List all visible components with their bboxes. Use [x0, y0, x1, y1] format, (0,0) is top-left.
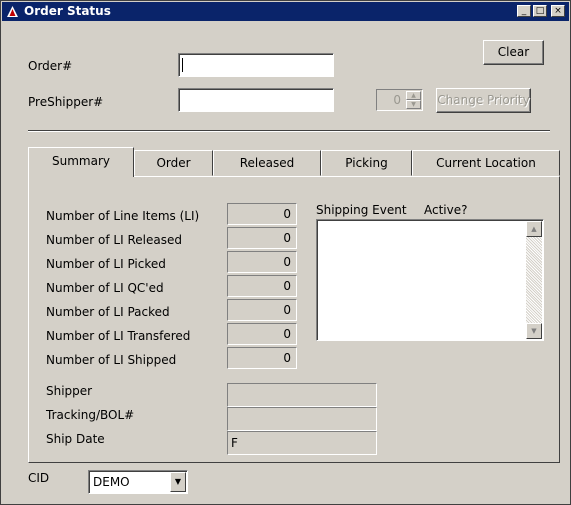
tracking-field	[227, 407, 377, 431]
ship-date-field: F	[227, 431, 377, 455]
li-released-value: 0	[227, 227, 297, 249]
li-transfered-value: 0	[227, 323, 297, 345]
spinner-down-icon: ▼	[411, 101, 416, 108]
cid-dropdown-button[interactable]: ▼	[170, 472, 186, 492]
order-label: Order#	[28, 59, 73, 73]
scroll-up-button[interactable]: ▲	[526, 221, 542, 237]
shipper-field	[227, 383, 377, 407]
title-bar[interactable]: Order Status _ □ ×	[2, 2, 569, 21]
li-transfered-label: Number of LI Transfered	[46, 329, 191, 343]
tab-picking[interactable]: Picking	[321, 150, 412, 176]
order-status-window: Order Status _ □ × Order# PreShipper# Cl…	[0, 0, 571, 505]
tab-released[interactable]: Released	[213, 150, 321, 176]
priority-value: 0	[393, 93, 401, 107]
ship-date-label: Ship Date	[46, 432, 105, 446]
scroll-up-icon: ▲	[531, 225, 537, 233]
separator-line	[28, 130, 550, 132]
spinner-up-icon: ▲	[411, 92, 416, 99]
app-icon	[7, 6, 18, 17]
li-shipped-label: Number of LI Shipped	[46, 353, 177, 367]
text-cursor	[182, 58, 183, 72]
line-items-label: Number of Line Items (LI)	[46, 209, 200, 223]
shipper-label: Shipper	[46, 384, 93, 398]
close-button[interactable]: ×	[551, 5, 565, 17]
line-items-value: 0	[227, 203, 297, 225]
scroll-down-icon: ▼	[531, 327, 537, 335]
li-picked-value: 0	[227, 251, 297, 273]
shipping-event-list[interactable]: ▲ ▼	[316, 219, 544, 341]
tab-summary[interactable]: Summary	[28, 147, 134, 177]
priority-spinner[interactable]: 0 ▲ ▼	[376, 89, 423, 111]
active-header: Active?	[424, 203, 468, 217]
li-qced-label: Number of LI QC'ed	[46, 281, 164, 295]
tab-order[interactable]: Order	[134, 150, 213, 176]
minimize-button[interactable]: _	[517, 5, 531, 17]
preshipper-input[interactable]	[178, 88, 334, 112]
cid-label: CID	[28, 471, 50, 485]
li-qced-value: 0	[227, 275, 297, 297]
cid-value: DEMO	[93, 475, 130, 489]
cid-select[interactable]: DEMO ▼	[88, 470, 188, 494]
preshipper-label: PreShipper#	[28, 95, 104, 109]
shipping-event-scrollbar[interactable]: ▲ ▼	[526, 221, 542, 339]
li-packed-label: Number of LI Packed	[46, 305, 170, 319]
maximize-button[interactable]: □	[533, 5, 547, 17]
li-shipped-value: 0	[227, 347, 297, 369]
clear-button[interactable]: Clear	[483, 40, 544, 65]
tracking-label: Tracking/BOL#	[46, 408, 135, 422]
li-packed-value: 0	[227, 299, 297, 321]
shipping-event-header: Shipping Event	[316, 203, 407, 217]
li-released-label: Number of LI Released	[46, 233, 182, 247]
change-priority-button[interactable]: Change Priority	[436, 88, 531, 113]
spinner-down-button[interactable]: ▼	[406, 100, 421, 109]
spinner-up-button[interactable]: ▲	[406, 91, 421, 100]
li-picked-label: Number of LI Picked	[46, 257, 166, 271]
chevron-down-icon: ▼	[174, 477, 182, 486]
tab-current-location[interactable]: Current Location	[412, 150, 560, 176]
order-input[interactable]	[178, 53, 334, 77]
scroll-down-button[interactable]: ▼	[526, 323, 542, 339]
window-title: Order Status	[24, 4, 111, 18]
